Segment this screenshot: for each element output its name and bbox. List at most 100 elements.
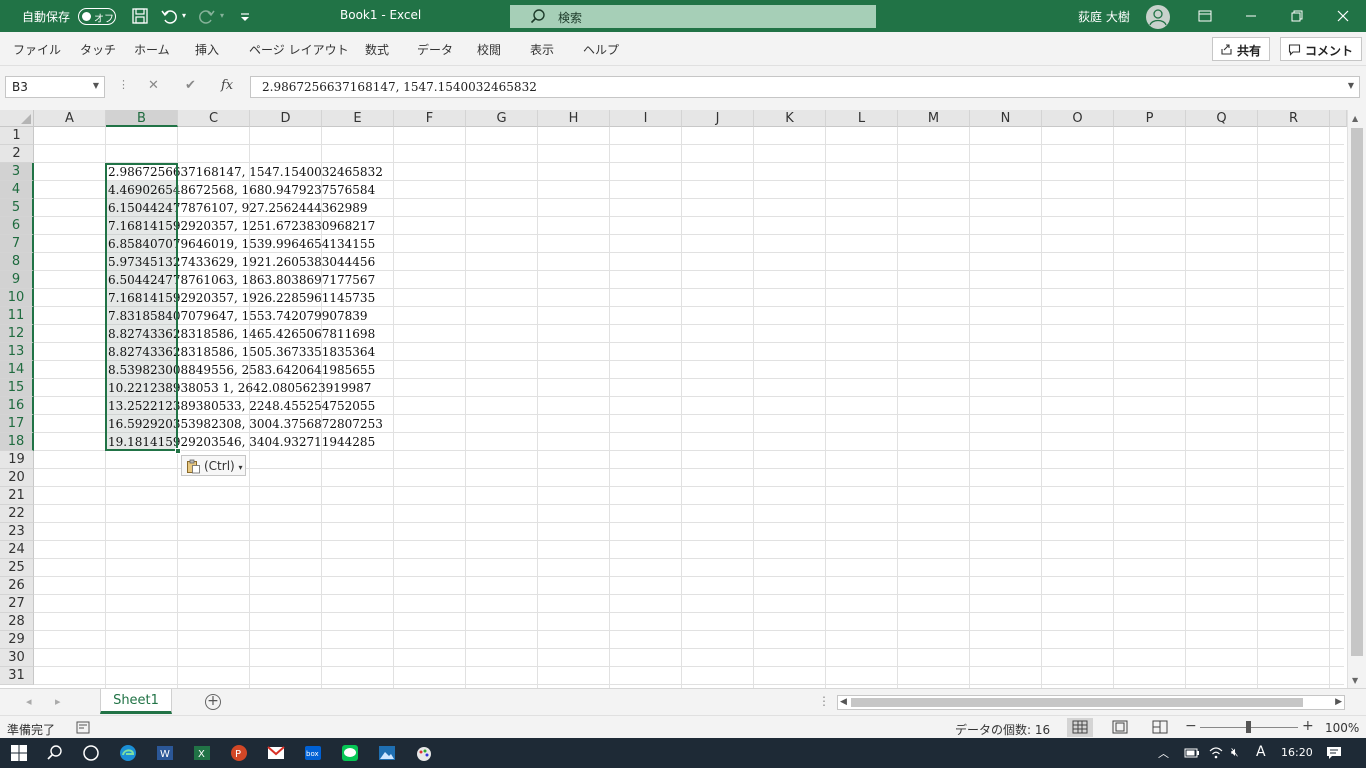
formula-input[interactable]: 2.9867256637168147, 1547.1540032465832 ▼ — [250, 76, 1360, 98]
column-header-q[interactable]: Q — [1186, 110, 1258, 127]
column-header-n[interactable]: N — [970, 110, 1042, 127]
minimize-icon[interactable] — [1228, 0, 1274, 32]
photos-app-icon[interactable] — [378, 744, 396, 762]
tab-page-layout[interactable]: ページ レイアウト — [249, 41, 349, 58]
column-header-j[interactable]: J — [682, 110, 754, 127]
row-header-4[interactable]: 4 — [0, 181, 34, 199]
row-header-30[interactable]: 30 — [0, 649, 34, 667]
paint-app-icon[interactable] — [415, 744, 433, 762]
user-name[interactable]: 荻庭 大樹 — [1078, 8, 1130, 25]
line-app-icon[interactable] — [341, 744, 359, 762]
fill-handle[interactable] — [175, 448, 181, 454]
horizontal-scrollbar[interactable]: ◀ ▶ — [837, 695, 1345, 710]
row-header-25[interactable]: 25 — [0, 559, 34, 577]
tab-view[interactable]: 表示 — [530, 41, 554, 58]
row-header-27[interactable]: 27 — [0, 595, 34, 613]
row-header-23[interactable]: 23 — [0, 523, 34, 541]
row-header-22[interactable]: 22 — [0, 505, 34, 523]
row-header-24[interactable]: 24 — [0, 541, 34, 559]
row-header-5[interactable]: 5 — [0, 199, 34, 217]
row-header-12[interactable]: 12 — [0, 325, 34, 343]
row-header-1[interactable]: 1 — [0, 127, 34, 145]
row-header-14[interactable]: 14 — [0, 361, 34, 379]
sheet-tab-sheet1[interactable]: Sheet1 — [100, 689, 172, 714]
notifications-icon[interactable] — [1325, 745, 1343, 761]
paste-options-button[interactable]: (Ctrl) ▾ — [181, 455, 246, 476]
column-header-m[interactable]: M — [898, 110, 970, 127]
row-header-2[interactable]: 2 — [0, 145, 34, 163]
normal-view-button[interactable] — [1067, 718, 1093, 737]
windows-start-icon[interactable] — [10, 744, 28, 762]
row-header-29[interactable]: 29 — [0, 631, 34, 649]
row-header-8[interactable]: 8 — [0, 253, 34, 271]
tab-insert[interactable]: 挿入 — [195, 41, 219, 58]
row-header-17[interactable]: 17 — [0, 415, 34, 433]
column-header-d[interactable]: D — [250, 110, 322, 127]
cancel-icon[interactable]: ✕ — [148, 78, 159, 93]
tab-help[interactable]: ヘルプ — [583, 41, 619, 58]
save-icon[interactable] — [131, 7, 149, 25]
row-header-15[interactable]: 15 — [0, 379, 34, 397]
page-break-view-button[interactable] — [1147, 718, 1173, 737]
clock[interactable]: 16:20 — [1281, 746, 1313, 759]
add-sheet-icon[interactable]: + — [205, 694, 221, 710]
zoom-slider-thumb[interactable] — [1246, 721, 1251, 733]
undo-dropdown-icon[interactable]: ▾ — [182, 11, 186, 20]
taskbar-search-icon[interactable] — [46, 744, 64, 762]
share-button[interactable]: 共有 — [1212, 37, 1271, 61]
task-view-icon[interactable] — [82, 744, 100, 762]
row-header-26[interactable]: 26 — [0, 577, 34, 595]
scroll-down-icon[interactable]: ▼ — [1352, 676, 1358, 685]
zoom-level[interactable]: 100% — [1325, 721, 1359, 735]
search-box[interactable]: 検索 — [510, 5, 876, 28]
tab-file[interactable]: ファイル — [13, 41, 61, 58]
row-header-19[interactable]: 19 — [0, 451, 34, 469]
zoom-in-icon[interactable]: + — [1302, 718, 1314, 734]
row-header-10[interactable]: 10 — [0, 289, 34, 307]
row-header-3[interactable]: 3 — [0, 163, 34, 181]
column-header-h[interactable]: H — [538, 110, 610, 127]
show-hidden-icons-icon[interactable]: ︿ — [1158, 745, 1169, 761]
expand-formula-icon[interactable]: ▼ — [1348, 81, 1354, 90]
tab-touch[interactable]: タッチ — [80, 41, 116, 58]
box-app-icon[interactable]: box — [304, 744, 322, 762]
column-header-p[interactable]: P — [1114, 110, 1186, 127]
row-header-16[interactable]: 16 — [0, 397, 34, 415]
column-header-k[interactable]: K — [754, 110, 826, 127]
edge-browser-icon[interactable] — [119, 744, 137, 762]
scrollbar-thumb[interactable] — [851, 698, 1303, 707]
column-header-f[interactable]: F — [394, 110, 466, 127]
restore-icon[interactable] — [1274, 0, 1320, 32]
prev-sheet-icon[interactable]: ◂ — [26, 695, 32, 708]
column-header-l[interactable]: L — [826, 110, 898, 127]
row-header-28[interactable]: 28 — [0, 613, 34, 631]
row-header-11[interactable]: 11 — [0, 307, 34, 325]
row-header-9[interactable]: 9 — [0, 271, 34, 289]
powerpoint-app-icon[interactable]: P — [230, 744, 248, 762]
column-header-a[interactable]: A — [34, 110, 106, 127]
ime-mode[interactable]: A — [1256, 744, 1266, 760]
tab-review[interactable]: 校閲 — [477, 41, 501, 58]
battery-icon[interactable] — [1184, 747, 1200, 759]
status-count[interactable]: データの個数: 16 — [955, 721, 1050, 738]
tab-split-handle-icon[interactable]: ⋮ — [818, 694, 830, 708]
user-avatar-icon[interactable] — [1146, 5, 1170, 29]
accessibility-icon[interactable] — [76, 721, 90, 734]
next-sheet-icon[interactable]: ▸ — [55, 695, 61, 708]
column-header-i[interactable]: I — [610, 110, 682, 127]
column-header-c[interactable]: C — [178, 110, 250, 127]
worksheet-grid[interactable]: A B C D E F G H I J K L M N O P Q R 1 2 … — [0, 110, 1366, 688]
close-icon[interactable] — [1320, 0, 1366, 32]
row-header-13[interactable]: 13 — [0, 343, 34, 361]
column-header-r[interactable]: R — [1258, 110, 1330, 127]
row-header-31[interactable]: 31 — [0, 667, 34, 685]
word-app-icon[interactable]: W — [156, 744, 174, 762]
zoom-out-icon[interactable]: − — [1185, 718, 1197, 734]
scroll-left-icon[interactable]: ◀ — [840, 697, 847, 707]
tab-formulas[interactable]: 数式 — [365, 41, 389, 58]
column-header-o[interactable]: O — [1042, 110, 1114, 127]
scroll-right-icon[interactable]: ▶ — [1335, 697, 1342, 707]
autosave-toggle[interactable]: オフ — [78, 8, 116, 25]
gmail-icon[interactable] — [267, 744, 285, 762]
ribbon-display-icon[interactable] — [1182, 0, 1228, 32]
